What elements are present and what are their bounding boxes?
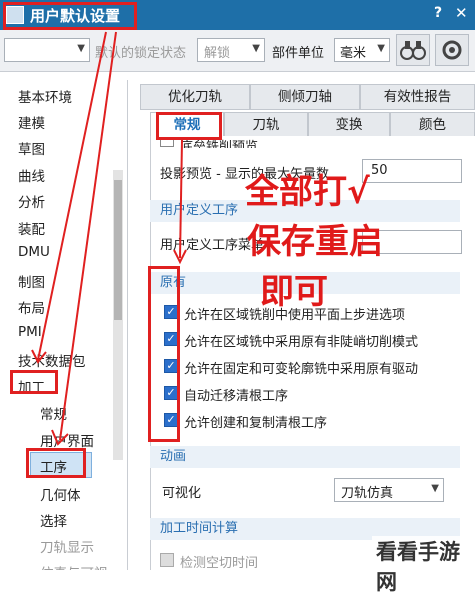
annotation-line-3: 即可 xyxy=(260,272,328,312)
annotation-line-2: 保存重启 xyxy=(247,222,383,262)
annotation-arrows xyxy=(31,31,187,446)
watermark-logo: 看看手游网 xyxy=(372,536,475,596)
annotation-line-1: 全部打√ xyxy=(245,172,370,212)
